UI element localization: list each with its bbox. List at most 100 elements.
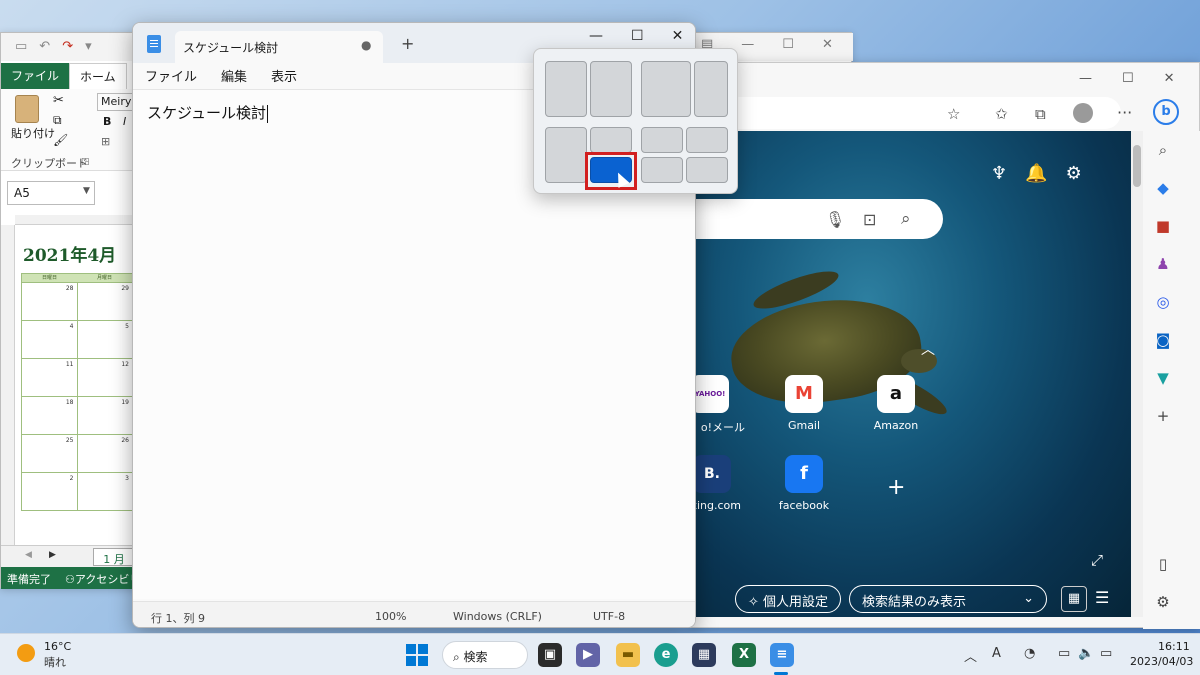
menu-icon[interactable]: ☰ <box>1095 588 1109 607</box>
more-options-icon[interactable]: ··· <box>1117 103 1132 122</box>
minimize-icon[interactable]: — <box>1079 71 1092 86</box>
store-icon[interactable]: ▦ <box>692 643 716 667</box>
bell-icon[interactable]: 🔔 <box>1025 163 1047 184</box>
borders-icon[interactable]: ⊞ <box>101 135 110 148</box>
redo-icon[interactable]: ↷ <box>62 39 73 54</box>
calendar-day[interactable]: 25 <box>22 435 78 472</box>
snap-zone-half-left[interactable] <box>545 61 587 117</box>
battery-icon[interactable]: ▭ <box>1100 646 1112 661</box>
quicklink-amazon[interactable]: a <box>877 375 915 413</box>
font-name-select[interactable]: Meiryo <box>97 93 137 111</box>
volume-icon[interactable]: 🔈 <box>1078 646 1094 661</box>
office-icon[interactable]: ◎ <box>1151 293 1175 311</box>
snap-zone-top-right[interactable] <box>590 127 632 153</box>
snap-zone-quad-top-left[interactable] <box>641 127 683 153</box>
visual-search-icon[interactable]: ⊡ <box>863 210 876 229</box>
undo-icon[interactable]: ↶ <box>39 39 50 54</box>
sheet-next-icon[interactable]: ▶ <box>49 550 56 560</box>
new-tab-icon[interactable]: + <box>401 34 414 53</box>
outlook-icon[interactable]: ◙ <box>1151 331 1175 349</box>
calendar-day[interactable]: 28 <box>22 283 78 320</box>
expand-icon[interactable]: ⤢ <box>1091 551 1103 569</box>
minimize-icon[interactable]: — <box>589 28 603 44</box>
calendar-day[interactable]: 11 <box>22 359 78 396</box>
close-icon[interactable]: ✕ <box>672 28 684 44</box>
format-painter-icon[interactable]: 🖌 <box>53 133 68 147</box>
calendar-day[interactable]: 19 <box>78 397 133 434</box>
menu-view[interactable]: 表示 <box>271 63 297 89</box>
edge-icon[interactable]: e <box>654 643 678 667</box>
profile-avatar[interactable] <box>1073 103 1093 123</box>
bing-chat-icon[interactable]: b <box>1153 99 1179 125</box>
quicklink-booking[interactable]: B. <box>693 455 731 493</box>
tab-file[interactable]: ファイル <box>1 63 70 89</box>
menu-file[interactable]: ファイル <box>145 63 197 89</box>
bold-button[interactable]: B <box>103 115 111 128</box>
calendar-day[interactable]: 5 <box>78 321 133 358</box>
chevron-down-icon[interactable]: ▼ <box>83 186 90 196</box>
results-only-dropdown[interactable]: 検索結果のみ表示 ⌄ <box>849 585 1047 613</box>
tab-home[interactable]: ホーム <box>69 63 127 89</box>
collections-icon[interactable]: ⧉ <box>1035 105 1046 123</box>
maximize-icon[interactable]: ☐ <box>782 37 794 52</box>
close-icon[interactable]: ✕ <box>1164 71 1175 86</box>
clock-time[interactable]: 16:11 <box>1158 640 1190 653</box>
close-icon[interactable]: ✕ <box>822 37 833 52</box>
calendar-day[interactable]: 3 <box>78 473 133 510</box>
rewards-icon[interactable]: ♆ <box>991 163 1007 184</box>
teams-icon[interactable]: ▶ <box>576 643 600 667</box>
network-icon[interactable]: ▭ <box>1058 646 1070 661</box>
windows-start-icon[interactable] <box>406 644 428 666</box>
sheet-prev-icon[interactable]: ◀ <box>25 550 32 560</box>
weather-temperature[interactable]: 16°C <box>44 640 71 653</box>
games-icon[interactable]: ♟ <box>1151 255 1175 273</box>
scrollbar[interactable] <box>1131 131 1143 617</box>
clock-date[interactable]: 2023/04/03 <box>1130 655 1193 668</box>
tab-document[interactable]: スケジュール検討 ● <box>175 31 383 63</box>
excel-icon[interactable]: X <box>732 643 756 667</box>
menu-edit[interactable]: 編集 <box>221 63 247 89</box>
shopping-icon[interactable]: ◆ <box>1151 179 1175 197</box>
scissors-icon[interactable]: ✂ <box>53 93 64 108</box>
minimize-icon[interactable]: — <box>741 37 754 52</box>
favorites-icon[interactable]: ✩ <box>995 105 1008 123</box>
quicklink-facebook[interactable]: f <box>785 455 823 493</box>
edge-window[interactable]: — ☐ ✕ ☆ ✩ ⧉ ··· b ♆ 🔔 ⚙ 🎙 ⊡ ⌕ ︿ YAHOO! o… <box>690 62 1200 629</box>
snap-zone-half-right[interactable] <box>590 61 632 117</box>
maximize-icon[interactable]: ☐ <box>631 28 644 44</box>
calendar-day[interactable]: 4 <box>22 321 78 358</box>
editor-content[interactable]: スケジュール検討 <box>147 102 268 123</box>
gear-icon[interactable]: ⚙ <box>1151 593 1175 611</box>
tools-icon[interactable]: ■ <box>1151 217 1175 235</box>
italic-button[interactable]: I <box>123 115 126 128</box>
chevron-up-icon[interactable]: ︿ <box>921 339 935 359</box>
snap-zone-left-column[interactable] <box>545 127 587 183</box>
address-bar[interactable] <box>691 97 1121 129</box>
microphone-icon[interactable]: 🎙 <box>825 210 845 229</box>
drop-icon[interactable]: ▼ <box>1151 369 1175 387</box>
task-view-icon[interactable]: ▣ <box>538 643 562 667</box>
file-explorer-icon[interactable]: ▬ <box>616 643 640 667</box>
search-icon[interactable]: ⌕ <box>1151 141 1175 159</box>
sun-icon[interactable] <box>17 644 35 662</box>
add-icon[interactable]: + <box>1151 407 1175 425</box>
taskbar-search[interactable]: ⌕ 検索 <box>442 641 528 669</box>
sidebar-toggle-icon[interactable]: ▯ <box>1151 555 1175 573</box>
maximize-icon[interactable]: ☐ <box>1122 71 1134 86</box>
worksheet-grid[interactable]: 2021年4月 日曜日 月曜日 28 29 45 11 12 18 19 25 26 2… <box>1 215 135 545</box>
paste-button-label[interactable]: 貼り付け <box>11 125 55 141</box>
quicklink-gmail[interactable]: M <box>785 375 823 413</box>
search-icon[interactable]: ⌕ <box>901 209 911 229</box>
snap-zone-quad-bottom-right[interactable] <box>686 157 728 183</box>
calendar-day[interactable]: 26 <box>78 435 133 472</box>
notepad-icon[interactable]: ≡ <box>770 643 794 667</box>
unsaved-dot-icon[interactable]: ● <box>361 38 371 52</box>
ime-indicator[interactable]: A <box>992 646 1001 661</box>
weather-condition[interactable]: 晴れ <box>44 654 66 670</box>
customize-icon[interactable]: ▾ <box>85 39 92 54</box>
snap-zone-wide-left[interactable] <box>641 61 691 117</box>
calendar-day[interactable]: 18 <box>22 397 78 434</box>
quicklink-yahoo-mail[interactable]: YAHOO! <box>691 375 729 413</box>
save-icon[interactable]: ▭ <box>15 39 27 54</box>
calendar-day[interactable]: 29 <box>78 283 133 320</box>
